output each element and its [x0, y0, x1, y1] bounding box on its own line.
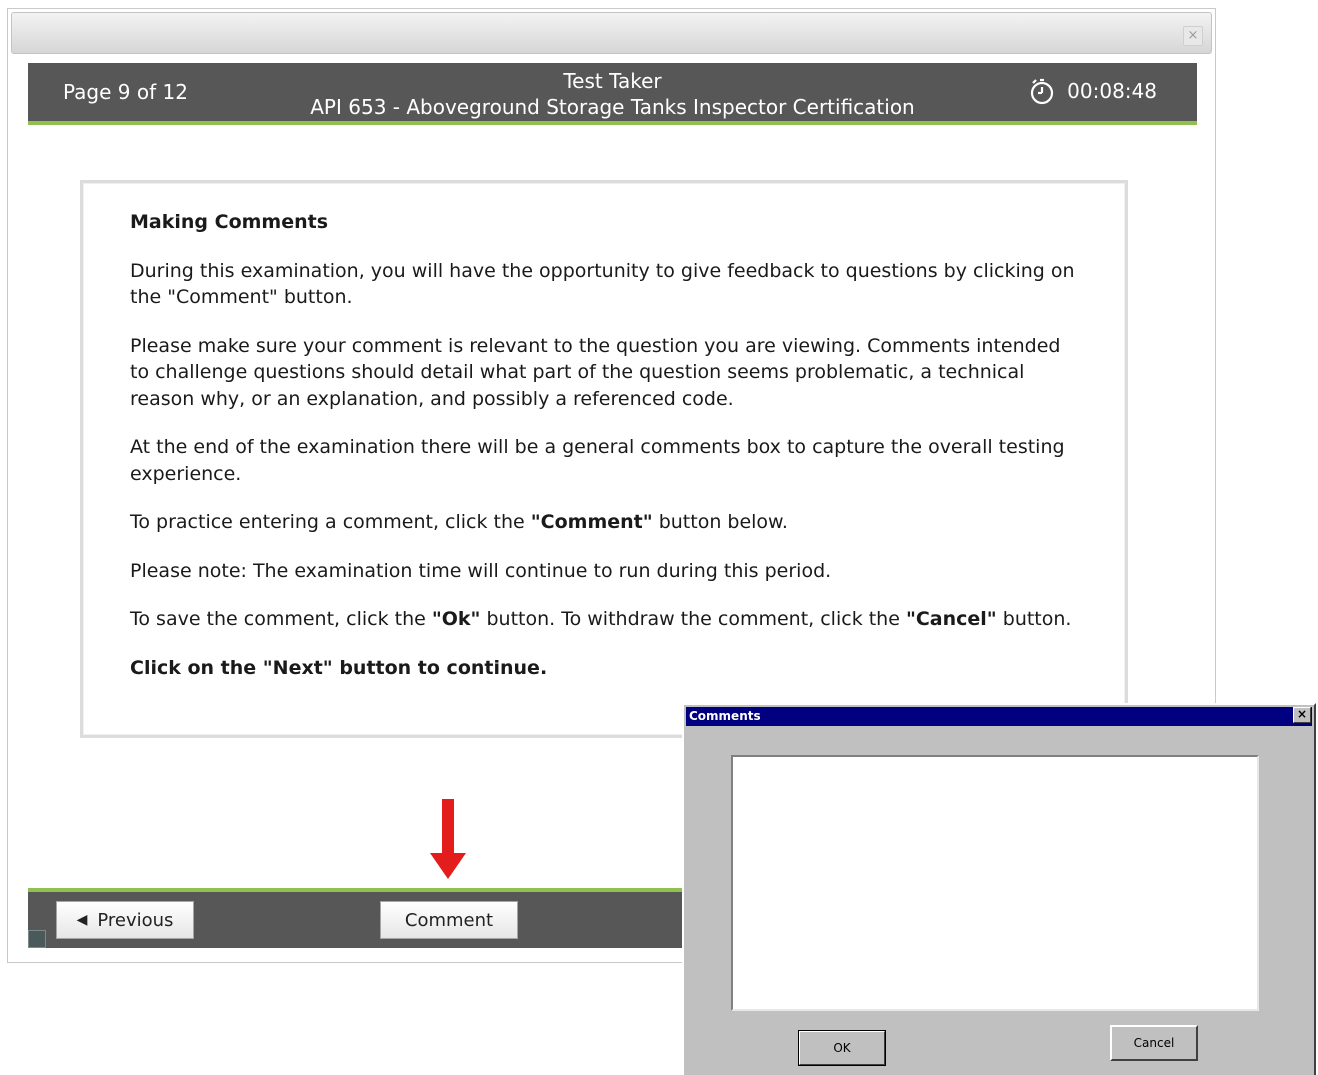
instructions-paragraph: Please make sure your comment is relevan… [130, 334, 1061, 410]
exam-header: Page 9 of 12 Test Taker API 653 - Aboveg… [28, 63, 1197, 125]
instructions-paragraph: To practice entering a comment, click th… [130, 509, 1080, 536]
instructions-panel: Making Comments During this examination,… [80, 180, 1128, 738]
stopwatch-icon [1031, 78, 1054, 105]
instructions-heading: Making Comments [130, 211, 329, 233]
continue-instruction: Click on the "Next" button to continue. [130, 656, 548, 679]
previous-button[interactable]: ◀ Previous [56, 901, 194, 939]
text-run: button below. [652, 511, 788, 533]
dialog-title: Comments [689, 709, 761, 723]
test-taker-name: Test Taker [563, 69, 662, 93]
previous-label: Previous [97, 909, 174, 931]
window-title-strip: × [11, 12, 1212, 54]
cancel-button[interactable]: Cancel [1110, 1025, 1198, 1061]
instructions-paragraph: During this examination, you will have t… [130, 259, 1075, 309]
text-run-bold: "Comment" [530, 511, 653, 533]
comment-textarea[interactable] [731, 755, 1259, 1011]
instructions-paragraph: Please note: The examination time will c… [130, 559, 832, 582]
comments-dialog: Comments × OK Cancel [682, 703, 1316, 1075]
text-run: To save the comment, click the [130, 608, 432, 630]
text-run: To practice entering a comment, click th… [130, 511, 531, 533]
timer: 00:08:48 [1029, 77, 1157, 105]
instructions-paragraph: To save the comment, click the "Ok" butt… [130, 606, 1080, 633]
header-titles: Test Taker API 653 - Aboveground Storage… [28, 68, 1197, 120]
text-run-bold: "Ok" [431, 608, 481, 630]
timer-value: 00:08:48 [1067, 79, 1157, 103]
text-run: button. To withdraw the comment, click t… [480, 608, 906, 630]
window-close-button[interactable]: × [1183, 26, 1203, 46]
instructions-paragraph: At the end of the examination there will… [130, 436, 1065, 485]
text-run-bold: "Cancel" [905, 608, 997, 630]
comment-label: Comment [404, 909, 494, 931]
comment-button[interactable]: Comment [380, 901, 518, 939]
exam-title: API 653 - Aboveground Storage Tanks Insp… [310, 95, 915, 119]
red-arrow-down-icon [430, 799, 466, 879]
triangle-left-icon: ◀ [76, 912, 88, 928]
footer-corner-square [28, 930, 46, 948]
ok-button[interactable]: OK [798, 1030, 886, 1066]
text-run: button. [996, 608, 1072, 630]
dialog-title-bar: Comments [686, 707, 1312, 726]
dialog-close-button[interactable]: × [1293, 707, 1311, 723]
